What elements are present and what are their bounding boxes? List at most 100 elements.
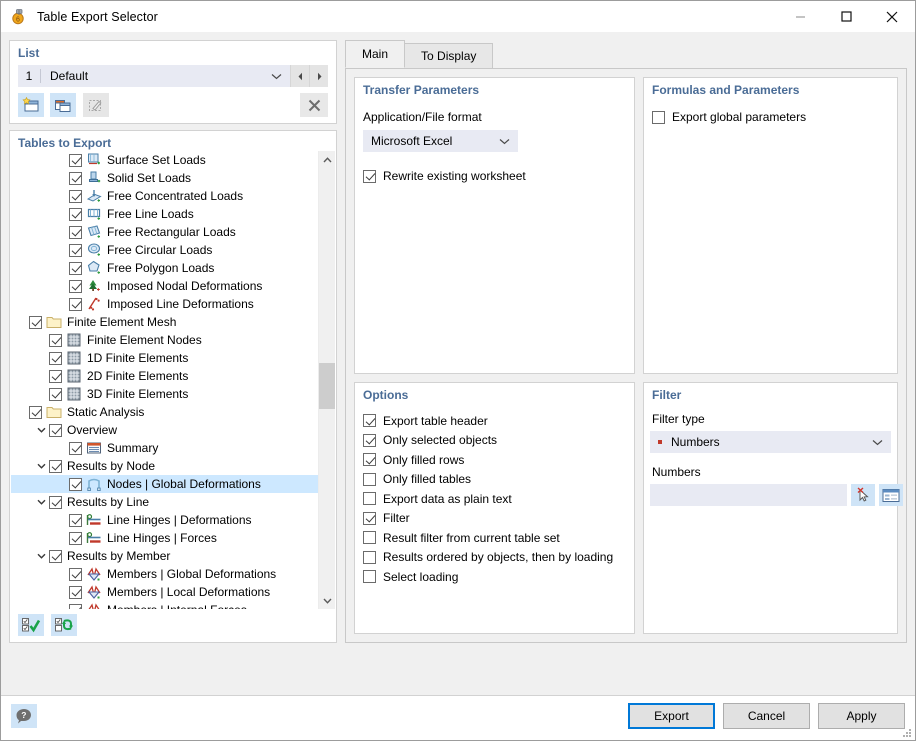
footer-buttons: Export Cancel Apply — [628, 703, 905, 729]
numbers-input[interactable] — [650, 484, 847, 506]
application-file-format-combobox[interactable]: Microsoft Excel — [363, 130, 518, 152]
option-checkbox-row[interactable]: Only selected objects — [363, 431, 628, 451]
tree-row[interactable]: 2D Finite Elements — [11, 367, 319, 385]
tree-item-checkbox[interactable] — [49, 460, 62, 473]
chevron-down-icon[interactable] — [33, 547, 49, 565]
tree-item-checkbox[interactable] — [49, 334, 62, 347]
option-checkbox-row[interactable]: Only filled tables — [363, 470, 628, 490]
option-checkbox-row[interactable]: Export data as plain text — [363, 489, 628, 509]
clear-icon[interactable] — [300, 93, 328, 117]
tree-vertical-scrollbar[interactable] — [318, 151, 335, 609]
chevron-down-icon[interactable] — [33, 421, 49, 439]
maximize-button[interactable] — [823, 1, 869, 32]
tree-row[interactable]: Nodes | Global Deformations — [11, 475, 319, 493]
select-all-icon[interactable] — [18, 614, 44, 636]
tree-item-checkbox[interactable] — [49, 550, 62, 563]
tree-row[interactable]: Surface Set Loads — [11, 151, 319, 169]
tree-row[interactable]: Solid Set Loads — [11, 169, 319, 187]
chevron-down-icon[interactable] — [33, 457, 49, 475]
tree-row[interactable]: Free Circular Loads — [11, 241, 319, 259]
chevron-up-icon[interactable] — [319, 151, 335, 168]
rewrite-existing-worksheet-checkbox[interactable]: Rewrite existing worksheet — [363, 167, 526, 185]
tab-to-display[interactable]: To Display — [404, 43, 493, 68]
tree-item-checkbox[interactable] — [69, 514, 82, 527]
tree-item-checkbox[interactable] — [69, 532, 82, 545]
tree-item-checkbox[interactable] — [49, 352, 62, 365]
tree-row[interactable]: Overview — [11, 421, 319, 439]
tree-item-checkbox[interactable] — [49, 388, 62, 401]
tree-item-checkbox[interactable] — [69, 190, 82, 203]
open-table-icon[interactable] — [879, 484, 903, 506]
tree-row[interactable]: Summary — [11, 439, 319, 457]
tree-row[interactable]: Members | Global Deformations — [11, 565, 319, 583]
tree-item-checkbox[interactable] — [49, 496, 62, 509]
export-button[interactable]: Export — [628, 703, 715, 729]
tree-row[interactable]: Free Line Loads — [11, 205, 319, 223]
tree-item-checkbox[interactable] — [69, 568, 82, 581]
tree-item-checkbox[interactable] — [69, 244, 82, 257]
tree-row[interactable]: Static Analysis — [11, 403, 319, 421]
option-checkbox-row[interactable]: Filter — [363, 509, 628, 529]
tree-scroll-area[interactable]: Surface Set LoadsSolid Set LoadsFree Con… — [11, 151, 335, 609]
tree-row[interactable]: Free Polygon Loads — [11, 259, 319, 277]
edit-list-icon[interactable] — [83, 93, 109, 117]
close-button[interactable] — [869, 1, 915, 32]
help-icon[interactable]: ? — [11, 704, 37, 728]
tree-row[interactable]: Line Hinges | Forces — [11, 529, 319, 547]
tree-item-checkbox[interactable] — [69, 298, 82, 311]
option-checkbox-row[interactable]: Results ordered by objects, then by load… — [363, 548, 628, 568]
tree-item-checkbox[interactable] — [29, 316, 42, 329]
tree-row[interactable]: Results by Line — [11, 493, 319, 511]
tree-item-checkbox[interactable] — [69, 262, 82, 275]
option-checkbox-row[interactable]: Select loading — [363, 567, 628, 587]
scrollbar-thumb[interactable] — [319, 363, 335, 409]
tree-item-checkbox[interactable] — [69, 586, 82, 599]
tree-row[interactable]: Free Rectangular Loads — [11, 223, 319, 241]
tree-item-checkbox[interactable] — [69, 478, 82, 491]
tree-row[interactable]: Members | Local Deformations — [11, 583, 319, 601]
tree-item-label: Line Hinges | Forces — [106, 531, 217, 545]
resize-grip-icon[interactable] — [900, 726, 912, 738]
list-next-button[interactable] — [309, 65, 328, 87]
list-combobox[interactable]: 1 Default — [18, 65, 290, 87]
option-checkbox-row[interactable]: Only filled rows — [363, 450, 628, 470]
tree-item-checkbox[interactable] — [69, 604, 82, 610]
tree-row[interactable]: Members | Internal Forces — [11, 601, 319, 609]
tree-row[interactable]: Finite Element Nodes — [11, 331, 319, 349]
tree-item-checkbox[interactable] — [49, 424, 62, 437]
chevron-down-icon[interactable] — [33, 493, 49, 511]
list-prev-button[interactable] — [290, 65, 309, 87]
tree-item-checkbox[interactable] — [29, 406, 42, 419]
tree-item-checkbox[interactable] — [69, 226, 82, 239]
tree-item-checkbox[interactable] — [69, 172, 82, 185]
tree-row[interactable]: Finite Element Mesh — [11, 313, 319, 331]
tree-row[interactable]: Imposed Nodal Deformations — [11, 277, 319, 295]
copy-list-icon[interactable] — [50, 93, 76, 117]
cancel-button[interactable]: Cancel — [723, 703, 810, 729]
tree-item-checkbox[interactable] — [69, 280, 82, 293]
tree-row[interactable]: Imposed Line Deformations — [11, 295, 319, 313]
chevron-down-icon[interactable] — [319, 592, 335, 609]
option-checkbox-row[interactable]: Result filter from current table set — [363, 528, 628, 548]
tree-row[interactable]: 3D Finite Elements — [11, 385, 319, 403]
minimize-button[interactable] — [777, 1, 823, 32]
tree-item-checkbox[interactable] — [69, 208, 82, 221]
tree-item-checkbox[interactable] — [69, 154, 82, 167]
tree-row[interactable]: Line Hinges | Deformations — [11, 511, 319, 529]
tree-row[interactable]: Results by Member — [11, 547, 319, 565]
tree-row[interactable]: Free Concentrated Loads — [11, 187, 319, 205]
option-label: Export data as plain text — [383, 492, 512, 506]
table-grid-icon — [66, 386, 82, 402]
invert-selection-icon[interactable] — [51, 614, 77, 636]
new-list-icon[interactable] — [18, 93, 44, 117]
tree-row[interactable]: Results by Node — [11, 457, 319, 475]
tree-item-checkbox[interactable] — [49, 370, 62, 383]
tree-row[interactable]: 1D Finite Elements — [11, 349, 319, 367]
pick-from-model-icon[interactable] — [851, 484, 875, 506]
option-checkbox-row[interactable]: Export table header — [363, 411, 628, 431]
tab-main[interactable]: Main — [345, 40, 405, 68]
tree-item-checkbox[interactable] — [69, 442, 82, 455]
export-global-parameters-checkbox[interactable]: Export global parameters — [652, 108, 806, 126]
filter-type-combobox[interactable]: Numbers — [650, 431, 891, 453]
apply-button[interactable]: Apply — [818, 703, 905, 729]
